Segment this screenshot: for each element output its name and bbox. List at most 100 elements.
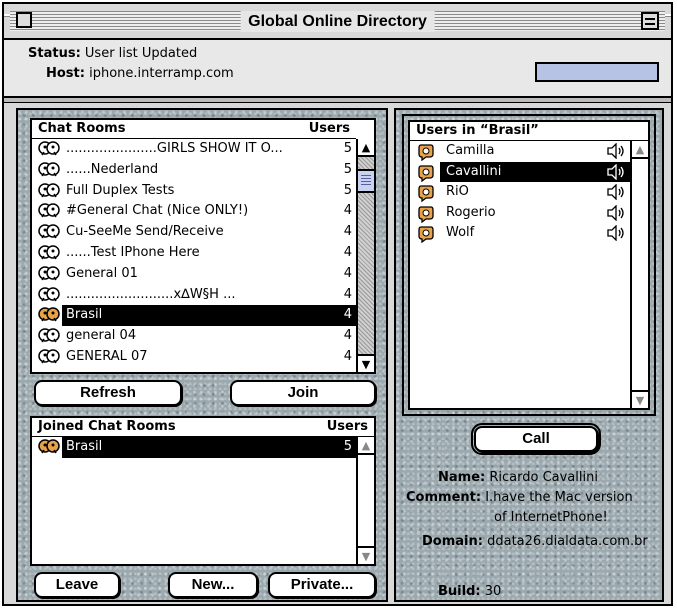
call-button[interactable]: Call: [471, 423, 601, 455]
joined-scroll-up-arrow[interactable]: ▲: [358, 437, 374, 455]
join-button[interactable]: Join: [230, 380, 376, 406]
chat-room-row[interactable]: general 04 4: [32, 326, 356, 347]
left-panel: Chat Rooms Users ......................G…: [16, 108, 388, 602]
chat-room-row[interactable]: ......Nederland 5: [32, 160, 356, 181]
user-icon: [418, 184, 440, 203]
chat-room-user-count: 5: [343, 161, 352, 177]
user-name: Wolf: [446, 225, 475, 240]
users-list[interactable]: Users in “Brasil” Camilla Cavallini RiO Rog…: [408, 120, 650, 410]
chat-rooms-column: Chat Rooms: [38, 121, 126, 136]
chat-room-name: #General Chat (Nice ONLY!): [66, 203, 249, 219]
comment-value-line2: of InternetPhone!: [494, 510, 608, 525]
chat-room-row[interactable]: General 01 4: [32, 264, 356, 285]
chat-room-name: ..........................x∆W§H ...: [66, 286, 236, 302]
user-row[interactable]: Camilla: [410, 141, 630, 162]
refresh-button[interactable]: Refresh: [34, 380, 182, 406]
speaker-icon[interactable]: [606, 224, 626, 242]
status-label: Status: [28, 46, 76, 61]
chat-bubbles-icon: [38, 328, 60, 344]
chat-room-row[interactable]: ..........................x∆W§H ... 4: [32, 285, 356, 306]
chat-room-name: Full Duplex Tests: [66, 182, 175, 198]
chat-bubbles-icon: [38, 439, 60, 455]
chat-room-name: Brasil: [64, 437, 105, 457]
chat-rooms-rows: ......................GIRLS SHOW IT O...…: [32, 139, 356, 368]
user-name: Rogerio: [446, 204, 496, 220]
chat-room-user-count: 4: [343, 244, 352, 260]
chat-room-row[interactable]: Full Duplex Tests 5: [32, 181, 356, 202]
users-frame: Users in “Brasil” Camilla Cavallini RiO Rog…: [402, 114, 656, 416]
comment-label: Comment: [406, 490, 476, 505]
build-label: Build: [438, 584, 476, 599]
header-divider: [4, 98, 671, 103]
users-scroll-down-arrow[interactable]: ▼: [632, 390, 648, 408]
domain-label: Domain: [422, 534, 478, 549]
scroll-track[interactable]: [358, 157, 374, 354]
scroll-up-arrow[interactable]: ▲: [358, 139, 374, 157]
joined-rooms-users-column: Users: [326, 419, 368, 434]
zoom-box[interactable]: [641, 12, 659, 30]
chat-bubbles-icon: [38, 266, 60, 282]
chat-room-row[interactable]: #General Chat (Nice ONLY!) 4: [32, 201, 356, 222]
chat-room-name: Cu-SeeMe Send/Receive: [66, 224, 224, 240]
chat-room-row[interactable]: Cu-SeeMe Send/Receive 4: [32, 222, 356, 243]
close-box[interactable]: [16, 12, 32, 28]
scroll-down-arrow[interactable]: ▼: [358, 354, 374, 372]
scroll-thumb[interactable]: [358, 169, 374, 193]
chat-room-row[interactable]: ......Test IPhone Here 4: [32, 243, 356, 264]
comment-value-line1: I.have the Mac version: [485, 490, 633, 505]
chat-room-row[interactable]: Brasil 4: [32, 305, 356, 327]
user-row[interactable]: Rogerio: [410, 203, 630, 224]
chat-room-user-count: 4: [343, 328, 352, 344]
user-icon: [418, 164, 440, 182]
chat-room-user-count: 4: [338, 305, 352, 326]
chat-room-user-count: 4: [343, 265, 352, 281]
chat-room-user-count: 4: [343, 203, 352, 219]
new-button[interactable]: New...: [168, 572, 258, 598]
chat-room-user-count: 5: [338, 437, 352, 457]
user-name: Camilla: [446, 143, 495, 158]
chat-bubbles-icon: [38, 349, 60, 365]
chat-bubbles-icon: [38, 162, 60, 178]
chat-room-user-count: 4: [343, 348, 352, 364]
chat-room-name: general 04: [66, 328, 137, 344]
chat-bubbles-icon: [38, 141, 60, 157]
joined-rooms-list[interactable]: Joined Chat Rooms Users Brasil 5 ▲ ▼: [30, 416, 376, 566]
chat-room-user-count: 5: [343, 141, 352, 156]
speaker-icon[interactable]: [606, 203, 626, 222]
users-panel-title: Users in “Brasil”: [416, 123, 539, 138]
chat-room-name: Brasil: [64, 305, 105, 326]
chat-rooms-header: Chat Rooms Users: [32, 120, 356, 139]
private-button[interactable]: Private...: [268, 572, 376, 598]
user-name: Cavallini: [446, 163, 502, 179]
joined-scroll-down-arrow[interactable]: ▼: [358, 546, 374, 564]
chat-room-user-count: 4: [343, 286, 352, 302]
speaker-icon[interactable]: [606, 162, 626, 181]
chat-room-name: ......................GIRLS SHOW IT O...: [66, 141, 283, 156]
name-value: Ricardo Cavallini: [489, 470, 598, 485]
chat-bubbles-icon: [38, 286, 60, 303]
title-bar[interactable]: Global Online Directory: [4, 4, 671, 40]
user-row[interactable]: Wolf: [410, 223, 630, 244]
chat-room-row[interactable]: Brasil 5: [38, 437, 356, 458]
chat-rooms-list[interactable]: Chat Rooms Users ......................G…: [30, 118, 376, 374]
build-value: 30: [484, 584, 502, 599]
user-row[interactable]: RiO: [410, 182, 630, 203]
chat-bubbles-icon: [38, 224, 60, 240]
users-scrollbar[interactable]: ▲ ▼: [630, 141, 648, 408]
status-header: Status: User list Updated Host: iphone.i…: [4, 40, 671, 98]
user-row[interactable]: Cavallini: [410, 161, 630, 182]
joined-rooms-scrollbar[interactable]: ▲ ▼: [356, 437, 374, 564]
speaker-icon[interactable]: [606, 142, 626, 160]
chat-room-name: ......Nederland: [66, 161, 159, 177]
users-scroll-up-arrow[interactable]: ▲: [632, 141, 648, 159]
speaker-icon[interactable]: [606, 183, 626, 201]
joined-rooms-column: Joined Chat Rooms: [38, 419, 176, 434]
chat-room-row[interactable]: ......................GIRLS SHOW IT O...…: [32, 139, 356, 160]
domain-value: ddata26.dialdata.com.br: [487, 534, 648, 549]
chat-rooms-scrollbar[interactable]: ▲ ▼: [356, 139, 374, 372]
leave-button[interactable]: Leave: [34, 572, 120, 598]
chat-room-name: GENERAL 07: [66, 348, 148, 364]
host-label: Host: [46, 66, 80, 81]
connection-indicator: [535, 62, 659, 82]
chat-room-row[interactable]: GENERAL 07 4: [32, 347, 356, 368]
